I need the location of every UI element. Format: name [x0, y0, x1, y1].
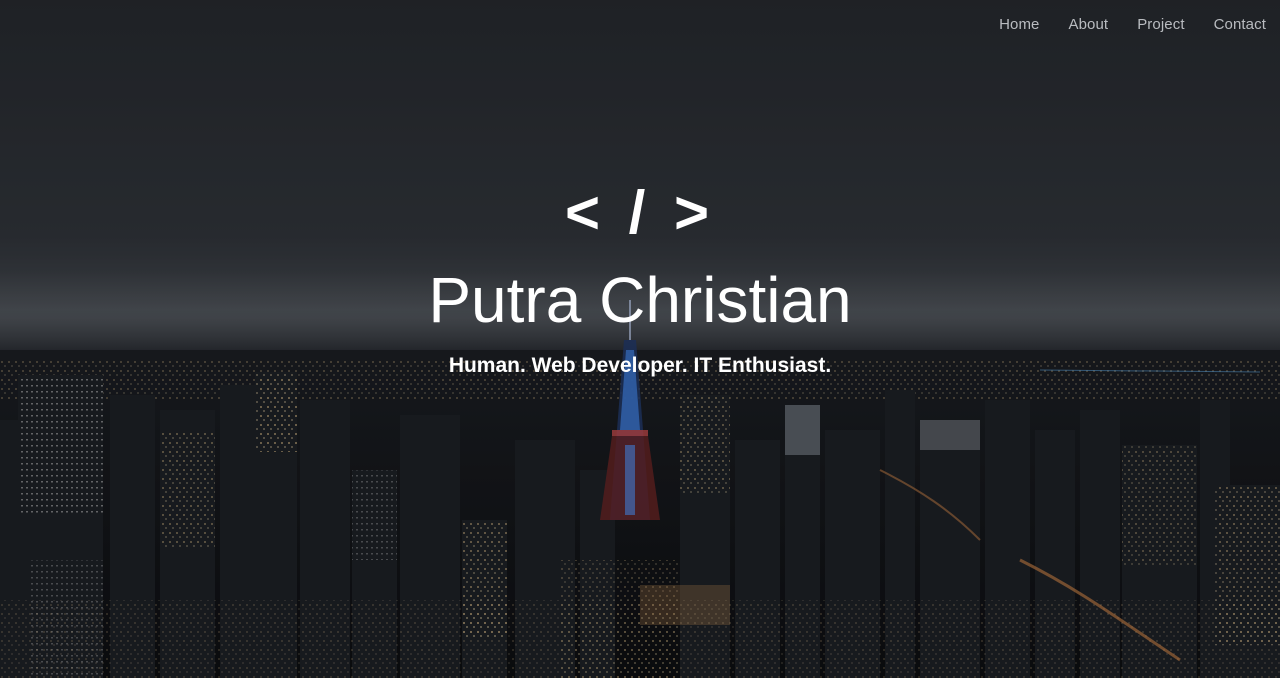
top-nav: Home About Project Contact	[970, 0, 1280, 48]
nav-about-link[interactable]: About	[1069, 16, 1109, 33]
city-skyline-background	[0, 0, 1280, 678]
nav-project-link[interactable]: Project	[1137, 16, 1184, 33]
code-icon: < / >	[564, 179, 716, 246]
hero-section: Home About Project Contact < / > Putra C…	[0, 0, 1280, 678]
nav-home-link[interactable]: Home	[999, 16, 1039, 33]
nav-contact-link[interactable]: Contact	[1214, 16, 1266, 33]
hero-title: Putra Christian	[428, 264, 852, 336]
hero-tagline: Human. Web Developer. IT Enthusiast.	[448, 354, 832, 377]
